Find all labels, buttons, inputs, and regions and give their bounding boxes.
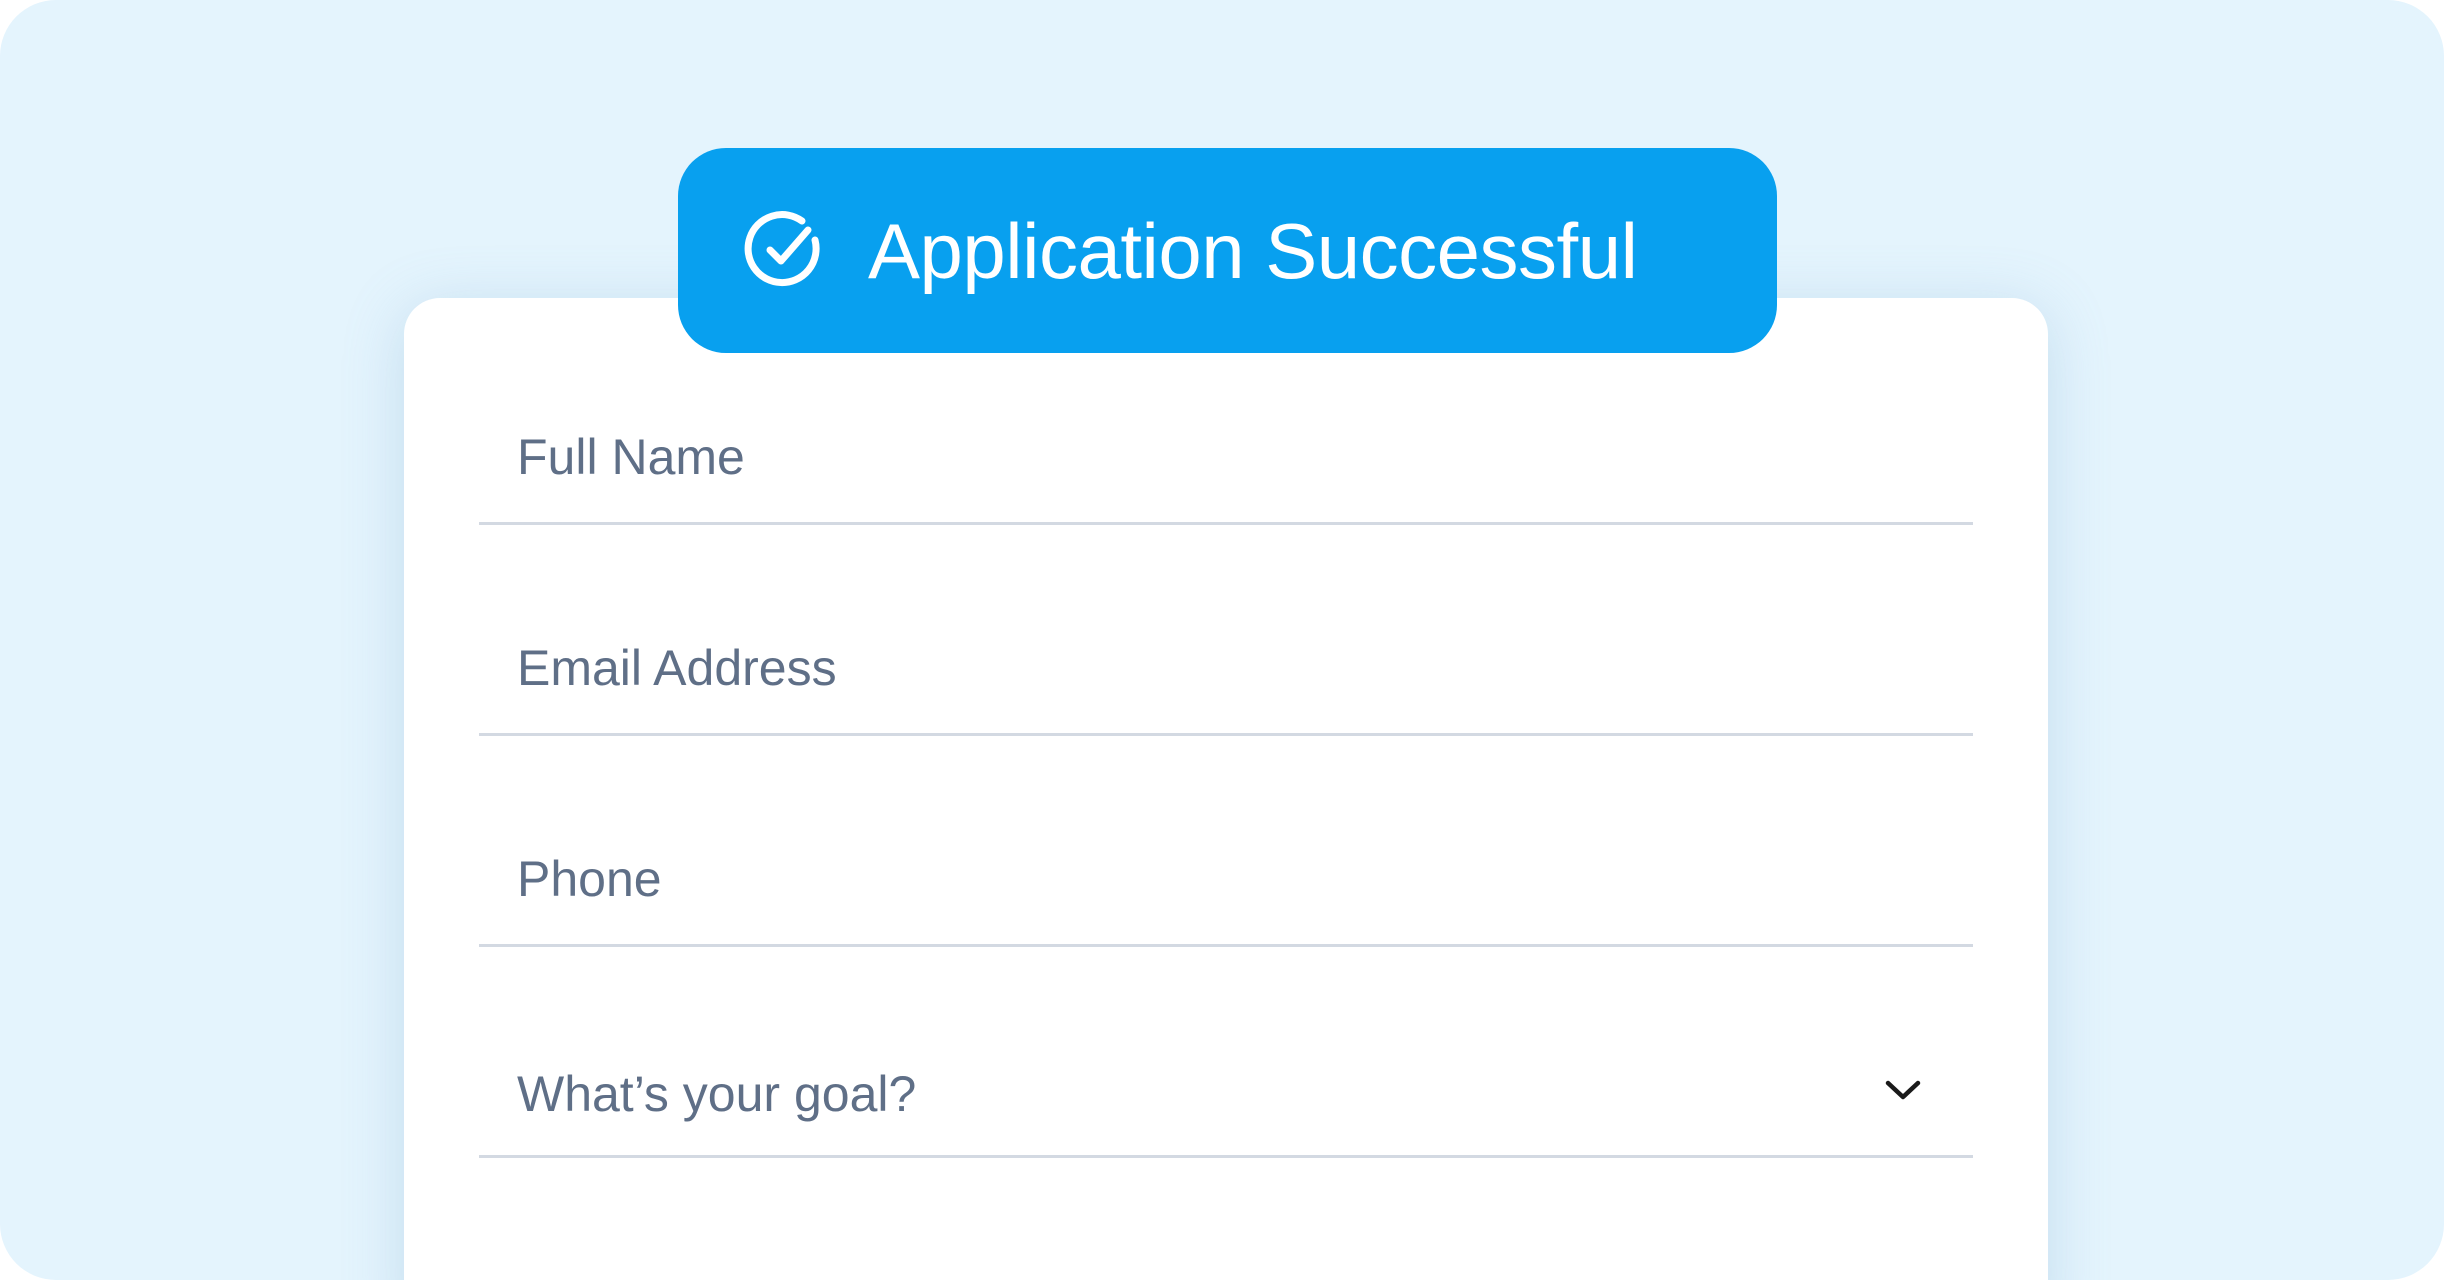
email-address-input[interactable] [517, 639, 1973, 697]
status-badge: Application Successful [678, 148, 1777, 353]
phone-field [479, 827, 1973, 947]
check-circle-icon [744, 210, 826, 292]
full-name-input[interactable] [517, 428, 1973, 486]
email-address-field [479, 616, 1973, 736]
goal-select-label: What’s your goal? [517, 1066, 917, 1122]
full-name-field [479, 405, 1973, 525]
chevron-down-icon[interactable] [1883, 1075, 1923, 1105]
goal-select[interactable]: What’s your goal? [479, 1038, 1973, 1158]
phone-input[interactable] [517, 850, 1973, 908]
page-background: Application Successful What’s your goal? [0, 0, 2444, 1280]
status-badge-label: Application Successful [868, 206, 1638, 295]
